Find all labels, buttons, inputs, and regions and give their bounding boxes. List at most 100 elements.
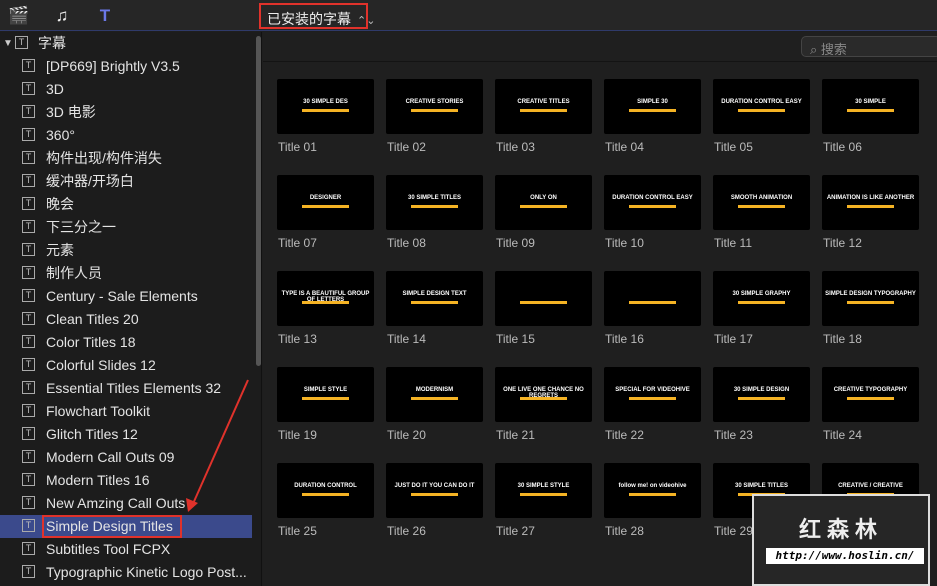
sidebar-item[interactable]: T New Amzing Call Outs [0,492,252,515]
sidebar-item[interactable]: T Clean Titles 20 [0,308,252,331]
search-input[interactable]: ⌕ 搜索 [801,36,937,57]
title-icon: T [22,473,35,486]
clapper-star-icon[interactable]: 🎬 [8,6,30,26]
title-label[interactable]: Title 19 [278,428,317,442]
title-label[interactable]: Title 26 [387,524,426,538]
title-label[interactable]: Title 29 [714,524,753,538]
sidebar-item[interactable]: T 3D 电影 [0,101,252,124]
title-label[interactable]: Title 13 [278,332,317,346]
titles-icon[interactable]: T [94,6,116,26]
accent-bar [629,397,676,400]
music-icon[interactable]: ♫ [51,6,73,26]
title-thumbnail[interactable]: 30 SIMPLE [822,79,919,134]
title-label[interactable]: Title 22 [605,428,644,442]
title-thumbnail[interactable]: DURATION CONTROL [277,463,374,518]
title-thumbnail[interactable]: SMOOTH ANIMATION [713,175,810,230]
title-label[interactable]: Title 28 [605,524,644,538]
search-bar: ⌕ 搜索 [263,32,937,62]
disclosure-triangle-icon[interactable]: ▼ [3,32,13,55]
sidebar-item[interactable]: T 缓冲器/开场白 [0,170,252,193]
sidebar-item[interactable]: T 晚会 [0,193,252,216]
title-thumbnail[interactable]: follow me! on videohive [604,463,701,518]
sidebar-item[interactable]: T 360° [0,124,252,147]
title-label[interactable]: Title 15 [496,332,535,346]
title-thumbnail[interactable]: SIMPLE 30 [604,79,701,134]
sidebar-item[interactable]: T Typographic Kinetic Logo Post... [0,561,252,584]
title-thumbnail[interactable]: SIMPLE STYLE [277,367,374,422]
title-label[interactable]: Title 10 [605,236,644,250]
title-thumbnail[interactable]: ONLY ON [495,175,592,230]
sidebar-item[interactable]: T Flowchart Toolkit [0,400,252,423]
title-label[interactable]: Title 08 [387,236,426,250]
title-label[interactable]: Title 25 [278,524,317,538]
title-label[interactable]: Title 02 [387,140,426,154]
sidebar-item-label: 缓冲器/开场白 [46,173,134,189]
title-label[interactable]: Title 21 [496,428,535,442]
sidebar-item[interactable]: T 下三分之一 [0,216,252,239]
title-thumbnail[interactable]: 30 SIMPLE DES [277,79,374,134]
title-thumbnail[interactable]: 30 SIMPLE STYLE [495,463,592,518]
title-thumbnail[interactable]: DURATION CONTROL EASY [604,175,701,230]
title-label[interactable]: Title 11 [714,236,752,250]
title-label[interactable]: Title 03 [496,140,535,154]
title-label[interactable]: Title 05 [714,140,753,154]
title-label[interactable]: Title 04 [605,140,644,154]
title-thumbnail[interactable] [495,271,592,326]
title-thumbnail[interactable]: ONE LIVE ONE CHANCE NO REGRETS [495,367,592,422]
thumbnail-preview-text: 30 SIMPLE TITLES [734,483,788,489]
sidebar-item[interactable]: T Glitch Titles 12 [0,423,252,446]
title-thumbnail[interactable]: JUST DO IT YOU CAN DO IT [386,463,483,518]
title-label[interactable]: Title 24 [823,428,862,442]
sidebar-item[interactable]: T Modern Titles 16 [0,469,252,492]
accent-bar [520,301,567,304]
title-thumbnail[interactable]: CREATIVE TYPOGRAPHY [822,367,919,422]
title-label[interactable]: Title 17 [714,332,753,346]
title-thumbnail[interactable] [604,271,701,326]
sidebar-item[interactable]: T 元素 [0,239,252,262]
sidebar-root-titles[interactable]: ▼ T 字幕 [0,32,252,55]
title-label[interactable]: Title 12 [823,236,862,250]
title-label[interactable]: Title 07 [278,236,317,250]
sidebar-item[interactable]: T 3D [0,78,252,101]
title-thumbnail[interactable]: CREATIVE STORIES [386,79,483,134]
title-label[interactable]: Title 09 [496,236,535,250]
title-label[interactable]: Title 27 [496,524,535,538]
sidebar-item[interactable]: T 制作人员 [0,262,252,285]
sidebar-item[interactable]: T Subtitles Tool FCPX [0,538,252,561]
title-label[interactable]: Title 14 [387,332,426,346]
sidebar-item[interactable]: T Color Titles 18 [0,331,252,354]
title-thumbnail[interactable]: ANIMATION IS LIKE ANOTHER [822,175,919,230]
sidebar-item[interactable]: T 构件出现/构件消失 [0,147,252,170]
title-thumbnail[interactable]: CREATIVE TITLES [495,79,592,134]
sidebar-item-label: Century - Sale Elements [46,288,198,304]
title-thumbnail[interactable]: MODERNISM [386,367,483,422]
title-label[interactable]: Title 06 [823,140,862,154]
title-icon: T [22,289,35,302]
sidebar-item[interactable]: T [DP669] Brightly V3.5 [0,55,252,78]
sidebar-item[interactable]: T Modern Call Outs 09 [0,446,252,469]
title-label[interactable]: Title 23 [714,428,753,442]
title-label[interactable]: Title 20 [387,428,426,442]
title-label[interactable]: Title 16 [605,332,644,346]
title-thumbnail[interactable]: 30 SIMPLE DESIGN [713,367,810,422]
sidebar-item[interactable]: T Simple Design Titles [0,515,252,538]
title-thumbnail[interactable]: DURATION CONTROL EASY [713,79,810,134]
title-thumbnail[interactable]: DESIGNER [277,175,374,230]
watermark-name: 红森林 [798,517,883,542]
sidebar-item[interactable]: T Essential Titles Elements 32 [0,377,252,400]
accent-bar [520,397,567,400]
accent-bar [738,205,785,208]
sidebar-item[interactable]: T Colorful Slides 12 [0,354,252,377]
title-thumbnail[interactable]: 30 SIMPLE GRAPHY [713,271,810,326]
sidebar-scrollbar[interactable] [256,36,261,366]
title-thumbnail[interactable]: SIMPLE DESIGN TYPOGRAPHY [822,271,919,326]
title-thumbnail[interactable]: 30 SIMPLE TITLES [386,175,483,230]
sidebar-item-label: Glitch Titles 12 [46,426,138,442]
browser-popup[interactable]: 已安装的字幕 ⌃⌄ [259,3,375,29]
title-label[interactable]: Title 18 [823,332,862,346]
sidebar-item[interactable]: T Century - Sale Elements [0,285,252,308]
title-label[interactable]: Title 01 [278,140,317,154]
title-thumbnail[interactable]: SPECIAL FOR VIDEOHIVE [604,367,701,422]
title-thumbnail[interactable]: SIMPLE DESIGN TEXT [386,271,483,326]
title-thumbnail[interactable]: TYPE IS A BEAUTIFUL GROUP OF LETTERS [277,271,374,326]
